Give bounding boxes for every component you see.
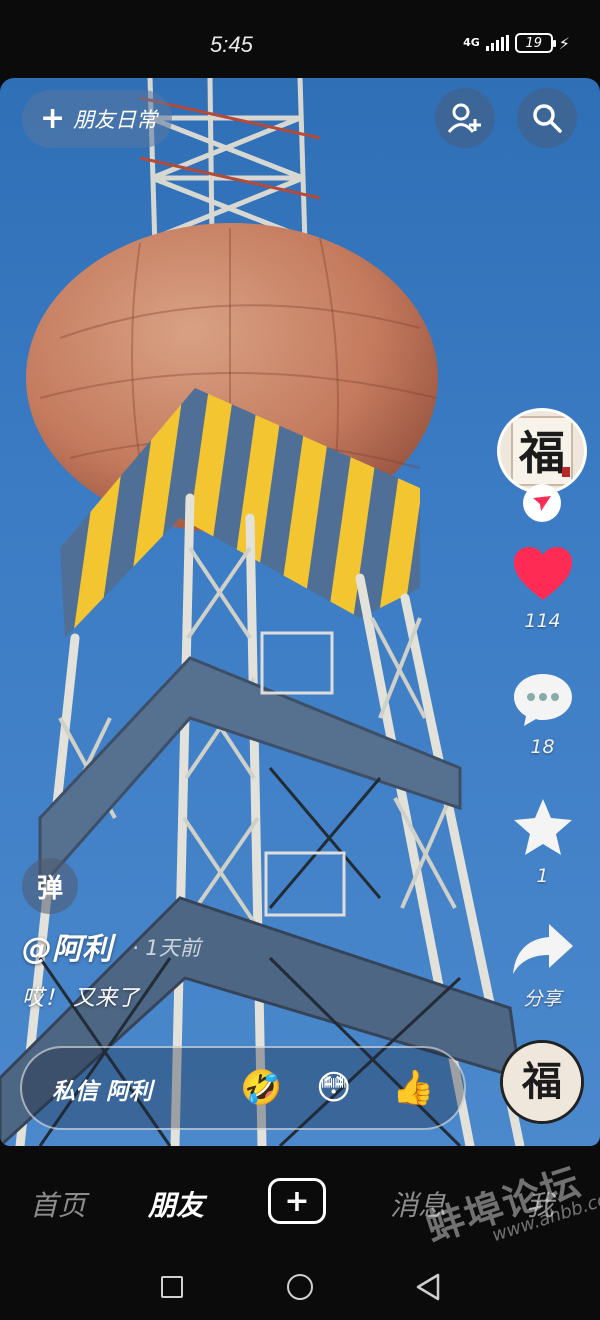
battery-level: 19 xyxy=(525,35,543,51)
signal-icon xyxy=(485,35,509,51)
share-label: 分享 xyxy=(523,988,562,1010)
author-name[interactable]: @阿利 xyxy=(22,924,112,968)
search-icon xyxy=(533,104,562,133)
disc-glyph: 福 xyxy=(521,1058,562,1105)
direct-message-label[interactable]: 私信 阿利 xyxy=(52,1072,152,1106)
music-disc[interactable]: 福 xyxy=(500,1040,584,1124)
plus-icon: + xyxy=(40,101,66,136)
laughing-emoji-button[interactable]: 🤣 xyxy=(240,1068,282,1108)
author-avatar[interactable]: 福 xyxy=(497,408,587,494)
friends-daily-label: 朋友日常 xyxy=(73,108,158,132)
create-post-button[interactable]: + xyxy=(268,1178,326,1224)
danmu-label: 弹 xyxy=(36,873,63,904)
status-time: 5:45 xyxy=(210,32,253,57)
favorite-button[interactable]: 1 xyxy=(500,797,585,887)
heart-icon xyxy=(513,547,572,600)
share-button[interactable]: 分享 xyxy=(500,922,585,1011)
follow-arrow-icon xyxy=(533,496,551,511)
friends-daily-button[interactable]: + 朋友日常 xyxy=(22,90,172,148)
like-count: 114 xyxy=(524,610,561,632)
plus-icon: + xyxy=(284,1183,310,1219)
system-nav-bar xyxy=(0,1256,600,1320)
comment-count: 18 xyxy=(530,736,555,758)
like-button[interactable]: 114 xyxy=(500,546,585,632)
avatar-glyph: 福 xyxy=(518,426,565,480)
nav-home[interactable]: 首页 xyxy=(30,1184,86,1224)
share-arrow-icon xyxy=(512,924,573,974)
post-caption: 哎！ 又来了 xyxy=(22,986,139,1011)
recent-apps-icon[interactable] xyxy=(161,1276,183,1298)
favorite-count: 1 xyxy=(536,865,549,887)
flushed-emoji-button[interactable]: 😳 xyxy=(316,1068,351,1108)
post-time: · 1天前 xyxy=(132,936,201,960)
danmu-toggle-button[interactable]: 弹 xyxy=(22,858,78,914)
calligraphy-disc-image: 福 xyxy=(503,1043,581,1121)
battery-icon: 19 xyxy=(514,33,556,53)
star-icon xyxy=(513,799,572,855)
back-icon[interactable] xyxy=(415,1273,441,1301)
search-button[interactable] xyxy=(517,88,577,148)
thumbs-up-emoji-button[interactable]: 👍 xyxy=(392,1068,434,1108)
comment-icon xyxy=(513,674,572,726)
comment-button[interactable]: 18 xyxy=(500,672,585,758)
calligraphy-avatar-image: 福 xyxy=(500,411,584,491)
nav-friends[interactable]: 朋友 xyxy=(148,1184,204,1224)
status-indicators: 4G 19 ⚡ xyxy=(463,33,570,53)
add-friend-button[interactable] xyxy=(435,88,495,148)
network-type: 4G xyxy=(463,36,480,49)
charging-icon: ⚡ xyxy=(558,33,570,53)
add-friend-icon xyxy=(448,103,481,133)
home-icon[interactable] xyxy=(287,1274,313,1300)
follow-badge[interactable] xyxy=(523,484,561,522)
status-bar: 5:45 4G 19 ⚡ xyxy=(0,0,600,78)
